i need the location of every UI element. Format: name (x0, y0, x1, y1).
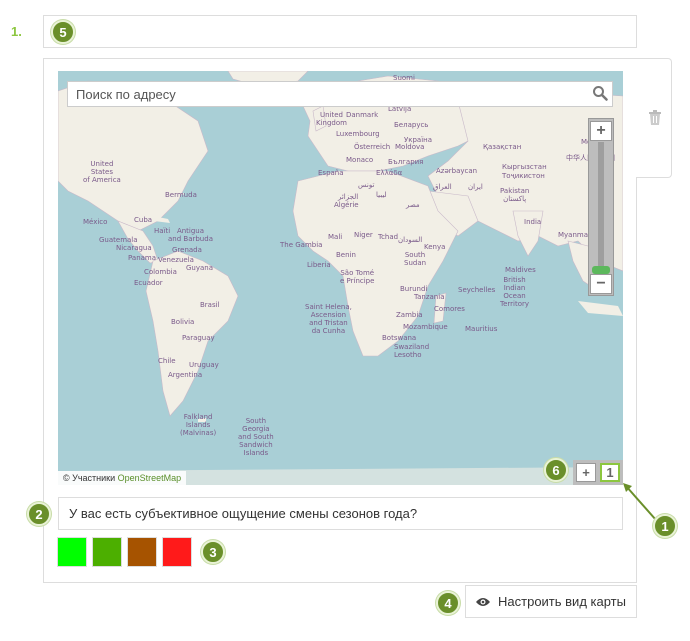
map-label: Mozambique (403, 323, 448, 331)
map-label: Luxembourg (336, 130, 380, 138)
configure-map-view-label: Настроить вид карты (498, 594, 626, 609)
attribution-prefix: © Участники (63, 473, 118, 483)
layer-1-button[interactable]: 1 (600, 463, 620, 482)
map-label: South Georgia and South Sandwich Islands (238, 417, 274, 457)
eye-icon (476, 597, 491, 606)
map-label: Monaco (346, 156, 374, 164)
map-label: Tanzania (414, 293, 445, 301)
map-label: العراق (433, 183, 452, 191)
map-label: Benin (336, 251, 356, 259)
openstreetmap-link[interactable]: OpenStreetMap (118, 473, 182, 483)
map-label: Algérie (334, 201, 359, 209)
color-swatch-dark-green[interactable] (92, 537, 122, 567)
zoom-out-button[interactable]: − (590, 274, 612, 294)
map-label: Қазақстан (483, 143, 522, 151)
map-label: Seychelles (458, 286, 496, 294)
map-label: Zambia (396, 311, 423, 319)
color-swatch-green[interactable] (57, 537, 87, 567)
map-label: Azərbaycan (436, 167, 478, 175)
map-label: Nicaragua (116, 244, 152, 252)
map-label: ایران (468, 183, 483, 191)
map-label: United States of America (83, 160, 121, 184)
map-label: Saint Helena, Ascension and Tristan da C… (305, 303, 352, 335)
map-label: Ecuador (134, 279, 163, 287)
badge-1: 1 (653, 514, 677, 538)
map-label: Swaziland (394, 343, 430, 351)
trash-icon[interactable] (648, 110, 662, 126)
map-label: Botswana (382, 334, 417, 342)
map-label: South Sudan (404, 251, 427, 267)
map-label: Panama (128, 254, 157, 262)
map-label: Burundi (400, 285, 428, 293)
map-label: Pakistan پاکستان (500, 187, 530, 203)
add-layer-button[interactable]: + (576, 463, 596, 482)
configure-map-view-button[interactable]: Настроить вид карты (465, 585, 637, 618)
map-label: United Kingdom (316, 111, 347, 127)
map-label: Chile (158, 357, 176, 365)
map-label: Liberia (307, 261, 331, 269)
map-label: Falkland Islands (Malvinas) (180, 413, 217, 437)
map-label: Mali (328, 233, 343, 241)
zoom-in-button[interactable]: + (590, 121, 612, 141)
map-label: Guyana (186, 264, 214, 272)
map-label: Беларусь (394, 121, 429, 129)
map-label: Österreich (354, 143, 391, 151)
map-label: Niger (354, 231, 373, 239)
map-label: Maldives (505, 266, 536, 274)
map-label: تونس (358, 181, 375, 189)
map-label: Cuba (134, 216, 153, 224)
map-label: São Tomé e Príncipe (340, 269, 375, 285)
map-label: Lesotho (394, 351, 422, 359)
map-label: India (524, 218, 542, 226)
badge-5: 5 (51, 20, 75, 44)
pointer-arrow-icon (623, 483, 657, 521)
map-label: The Gambia (280, 241, 323, 249)
color-swatch-brown[interactable] (127, 537, 157, 567)
map-label: Comores (434, 305, 465, 313)
map-label: الجزائر (338, 193, 359, 201)
map-label: Uruguay (189, 361, 219, 369)
map-label: Moldova (395, 143, 425, 151)
map-label: México (83, 218, 108, 226)
map-label: Venezuela (158, 256, 194, 264)
map-label: مصر (406, 201, 420, 209)
badge-4: 4 (436, 591, 460, 615)
question-title-field[interactable] (43, 15, 637, 48)
map-label: Bolivia (171, 318, 195, 326)
color-swatch-red[interactable] (162, 537, 192, 567)
map-search-input[interactable]: Поиск по адресу (67, 81, 613, 107)
map-label: Кыргызстан (502, 163, 547, 171)
badge-2: 2 (27, 502, 51, 526)
map-label: España (318, 169, 344, 177)
question-number: 1. (11, 24, 22, 39)
map-label: Danmark (346, 111, 379, 119)
map-label: Mauritius (465, 325, 498, 333)
question-text-field[interactable]: У вас есть субъективное ощущение смены с… (58, 497, 623, 530)
map-label: Guatemala (99, 236, 138, 244)
map-label: Kenya (424, 243, 446, 251)
map-label: Myanmar (558, 231, 591, 239)
map-label: Argentina (168, 371, 203, 379)
map-label: Tchad (378, 233, 399, 241)
map-view[interactable]: Suomi Latvija Danmark United Kingdom Бел… (58, 71, 623, 485)
map-label: България (388, 158, 424, 166)
map-label: Тоҷикистон (502, 172, 545, 180)
map-label: Antigua and Barbuda (168, 227, 213, 243)
badge-6: 6 (544, 458, 568, 482)
map-label: Bermuda (165, 191, 197, 199)
map-label: Brasil (200, 301, 220, 309)
map-label: Colombia (144, 268, 177, 276)
map-label: Grenada (172, 246, 202, 254)
zoom-slider-handle[interactable] (592, 266, 610, 274)
map-label: السودان (398, 236, 423, 244)
zoom-slider-track[interactable] (598, 142, 604, 270)
map-label: British Indian Ocean Territory (500, 276, 530, 308)
map-label: Ελλάδα (376, 169, 403, 177)
badge-3: 3 (201, 540, 225, 564)
map-label: Paraguay (182, 334, 215, 342)
map-label: ليبيا (376, 191, 387, 199)
search-icon[interactable] (592, 85, 608, 101)
map-attribution: © Участники OpenStreetMap (58, 471, 187, 485)
